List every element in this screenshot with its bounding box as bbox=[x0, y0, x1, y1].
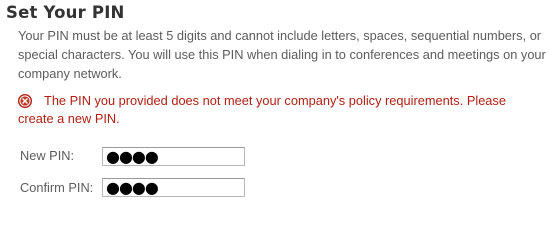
confirm-pin-label: Confirm PIN: bbox=[20, 180, 94, 195]
error-circle-x-icon bbox=[18, 94, 32, 108]
confirm-pin-input[interactable]: ●●●● bbox=[102, 178, 245, 197]
pin-instructions: Your PIN must be at least 5 digits and c… bbox=[18, 28, 546, 81]
new-pin-label: New PIN: bbox=[20, 148, 75, 163]
page-title: Set Your PIN bbox=[6, 3, 125, 22]
error-message: The PIN you provided does not meet your … bbox=[18, 92, 546, 128]
new-pin-input[interactable]: ●●●● bbox=[102, 147, 245, 166]
error-line-1: The PIN you provided does not meet your … bbox=[44, 93, 506, 108]
error-line-2: create a new PIN. bbox=[18, 111, 120, 126]
